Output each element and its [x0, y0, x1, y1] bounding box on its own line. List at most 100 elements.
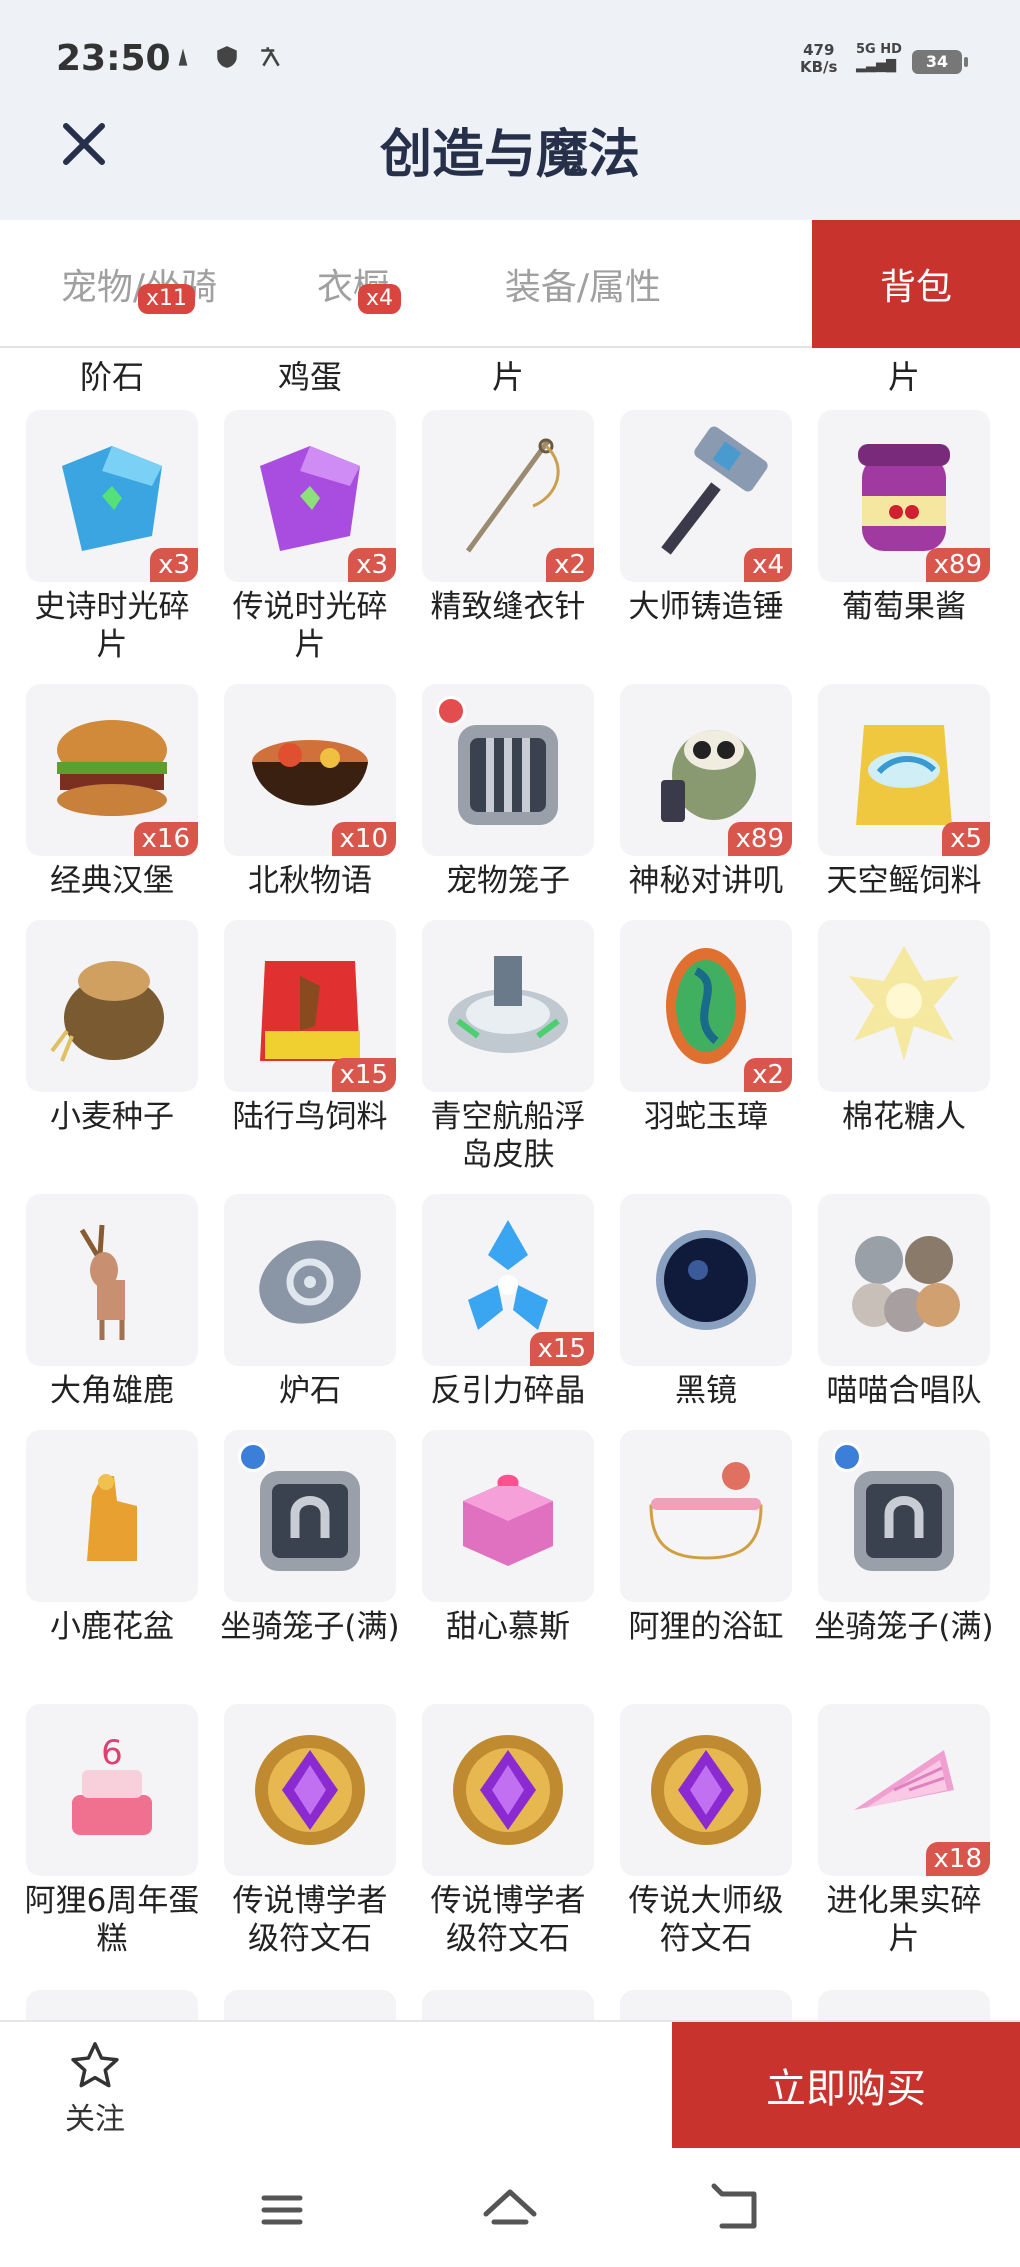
tab-pet-mount[interactable]: 宠物/坐骑 x11	[30, 220, 248, 348]
rune-icon	[255, 1735, 365, 1845]
item-name: 片	[887, 358, 920, 396]
item-card[interactable]: 小麦种子	[22, 920, 202, 1136]
mount-badge-icon	[238, 1442, 268, 1472]
item-card[interactable]: 坐骑笼子(满)	[220, 1430, 400, 1646]
item-card-partial[interactable]	[422, 1990, 594, 2020]
item-card[interactable]: x4 大师铸造锤	[616, 410, 796, 626]
item-image[interactable]: x89	[620, 684, 792, 856]
item-grid: 阶石 鸡蛋 片 片 x3 史诗时光碎片 x3 传说时光碎片 x2 精致缝衣针 x4 大师铸造锤…	[0, 350, 1020, 2020]
item-image[interactable]	[26, 1430, 198, 1602]
quantity-badge: x2	[546, 548, 594, 582]
item-image[interactable]: x2	[620, 920, 792, 1092]
item-card[interactable]: 青空航船浮岛皮肤	[418, 920, 598, 1174]
item-card[interactable]: 大角雄鹿	[22, 1194, 202, 1410]
item-name: 史诗时光碎片	[34, 589, 190, 663]
buy-now-button[interactable]: 立即购买	[672, 2022, 1020, 2148]
item-image[interactable]	[620, 1704, 792, 1876]
item-card[interactable]: 黑镜	[616, 1194, 796, 1410]
item-card[interactable]: 宠物笼子	[418, 684, 598, 900]
item-card[interactable]: x15 陆行鸟饲料	[220, 920, 400, 1136]
item-card-partial[interactable]	[620, 1990, 792, 2020]
item-card[interactable]: x15 反引力碎晶	[418, 1194, 598, 1410]
item-card[interactable]: 喵喵合唱队	[814, 1194, 994, 1410]
item-image[interactable]	[224, 1704, 396, 1876]
item-name: 鸡蛋	[277, 358, 342, 396]
item-image[interactable]	[818, 920, 990, 1092]
item-card[interactable]: x10 北秋物语	[220, 684, 400, 900]
item-image[interactable]: x15	[422, 1194, 594, 1366]
home-icon[interactable]	[480, 2180, 540, 2240]
item-image[interactable]: x16	[26, 684, 198, 856]
item-image[interactable]: x3	[26, 410, 198, 582]
back-icon[interactable]	[708, 2180, 768, 2240]
network-speed: 479 KB/s	[800, 41, 838, 76]
item-image[interactable]	[422, 684, 594, 856]
island-icon	[448, 956, 568, 1053]
tab-backpack[interactable]: 背包	[812, 220, 1020, 348]
item-name: 片	[491, 358, 524, 396]
item-card[interactable]: x2 精致缝衣针	[418, 410, 598, 626]
tab-wardrobe[interactable]: 衣橱 x4	[248, 220, 458, 348]
item-image[interactable]: x15	[224, 920, 396, 1092]
item-name: 精致缝衣针	[430, 589, 586, 625]
tab-badge: x4	[358, 284, 402, 314]
item-card-partial[interactable]	[26, 1990, 198, 2020]
item-image[interactable]	[224, 1194, 396, 1366]
item-card-partial[interactable]	[818, 1990, 990, 2020]
signal-bars-icon: ▂▃▅▇	[856, 58, 896, 73]
item-card[interactable]: 甜心慕斯	[418, 1430, 598, 1646]
item-card[interactable]: 传说博学者级符文石	[418, 1704, 598, 1958]
item-name: 羽蛇玉璋	[644, 1099, 768, 1135]
item-card[interactable]: x89 葡萄果酱	[814, 410, 994, 626]
item-card[interactable]: x89 神秘对讲叽	[616, 684, 796, 900]
item-image[interactable]	[422, 920, 594, 1092]
item-image[interactable]	[224, 1430, 396, 1602]
item-image[interactable]: x10	[224, 684, 396, 856]
purple-puzzle-icon	[260, 446, 360, 551]
item-card[interactable]: 传说大师级符文石	[616, 1704, 796, 1958]
item-card[interactable]: 棉花糖人	[814, 920, 994, 1136]
item-card[interactable]: x2 羽蛇玉璋	[616, 920, 796, 1136]
quantity-badge: x16	[133, 822, 198, 856]
item-card[interactable]: 坐骑笼子(满)	[814, 1430, 994, 1646]
item-image[interactable]	[422, 1430, 594, 1602]
item-image[interactable]	[620, 1430, 792, 1602]
item-image[interactable]: x4	[620, 410, 792, 582]
item-card[interactable]: 小鹿花盆	[22, 1430, 202, 1646]
item-image[interactable]	[422, 1704, 594, 1876]
item-image[interactable]: x5	[818, 684, 990, 856]
item-card[interactable]: 炉石	[220, 1194, 400, 1410]
item-image[interactable]	[818, 1430, 990, 1602]
item-image[interactable]: x2	[422, 410, 594, 582]
item-card[interactable]: x5 天空鳐饲料	[814, 684, 994, 900]
item-image[interactable]: 6	[26, 1704, 198, 1876]
partial-row: 阶石 鸡蛋 片 片	[0, 350, 1020, 400]
mousse-icon	[463, 1474, 553, 1566]
item-name: 坐骑笼子(满)	[220, 1609, 400, 1645]
item-card[interactable]: 阿狸的浴缸	[616, 1430, 796, 1646]
quantity-badge: x3	[348, 548, 396, 582]
item-card[interactable]: 6 阿狸6周年蛋糕	[22, 1704, 202, 1958]
item-card[interactable]: 传说博学者级符文石	[220, 1704, 400, 1958]
follow-button[interactable]: 关注	[40, 2038, 150, 2138]
item-name: 宠物笼子	[446, 863, 570, 899]
item-card[interactable]: x3 史诗时光碎片	[22, 410, 202, 664]
status-bar: 23:50 479 KB/s 5G HD ▂▃▅▇ 34	[0, 0, 1020, 120]
item-image[interactable]: x3	[224, 410, 396, 582]
item-image[interactable]	[818, 1194, 990, 1366]
item-image[interactable]	[26, 1194, 198, 1366]
item-image[interactable]: x89	[818, 410, 990, 582]
item-name: 传说时光碎片	[232, 589, 388, 663]
item-card[interactable]: x18 进化果实碎片	[814, 1704, 994, 1958]
item-name: 经典汉堡	[50, 863, 174, 899]
menu-icon[interactable]	[252, 2180, 312, 2240]
item-card[interactable]: x3 传说时光碎片	[220, 410, 400, 664]
item-image[interactable]	[26, 920, 198, 1092]
tab-equipment[interactable]: 装备/属性	[458, 220, 708, 348]
hearthstone-icon	[259, 1240, 361, 1324]
item-image[interactable]	[620, 1194, 792, 1366]
item-card[interactable]: x16 经典汉堡	[22, 684, 202, 900]
item-image[interactable]: x18	[818, 1704, 990, 1876]
item-card-partial[interactable]	[224, 1990, 396, 2020]
tab-badge: x11	[138, 284, 196, 314]
